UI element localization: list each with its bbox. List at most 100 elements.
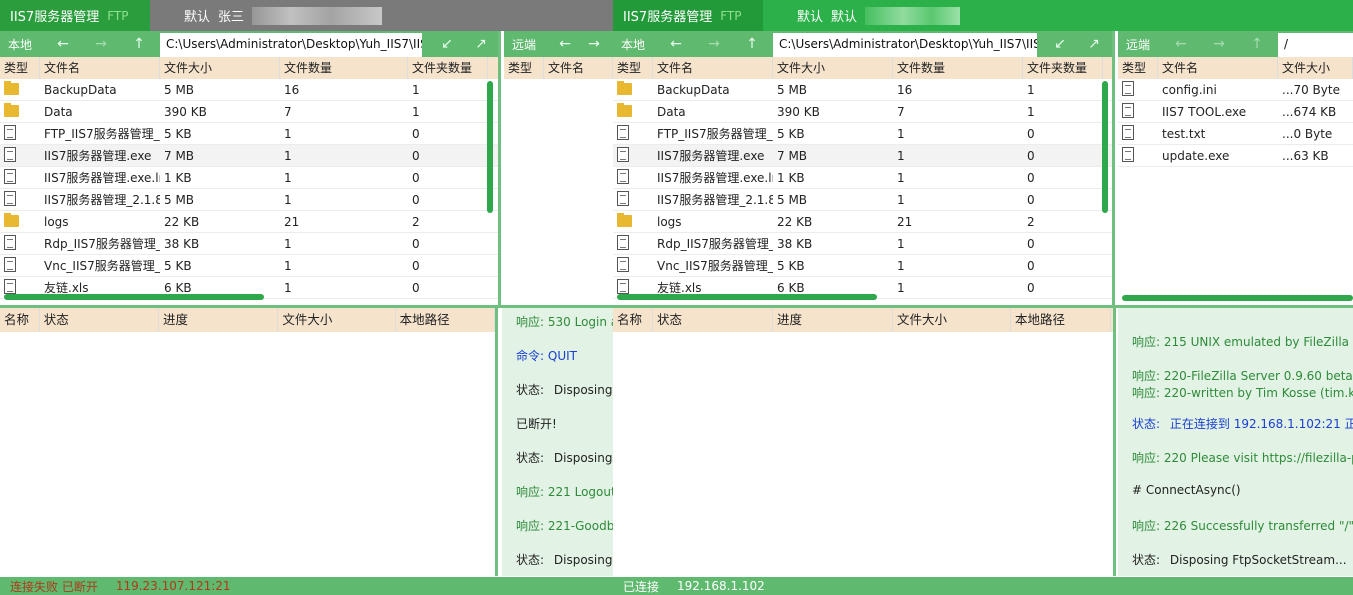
expand-icon[interactable]: ↗ (462, 36, 500, 52)
file-icon (4, 256, 16, 272)
table-row[interactable]: test.txt ...0 Byte (1118, 123, 1353, 145)
up-arrow-icon[interactable]: ↑ (120, 36, 158, 52)
folder-icon (4, 103, 19, 117)
table-row[interactable]: BackupData 5 MB 16 1 (613, 79, 1112, 101)
log-line: 命令: QUIT (516, 347, 577, 364)
table-row[interactable]: config.ini ...70 Byte (1118, 79, 1353, 101)
user-info[interactable]: 默认 张三 (184, 6, 390, 25)
col-name[interactable]: 文件名 (1158, 57, 1278, 79)
collapse-icon[interactable]: ↙ (1041, 36, 1079, 52)
col-queue-name[interactable]: 名称 (613, 308, 653, 332)
log-prefix: 状态: (516, 451, 545, 465)
table-row[interactable]: update.exe ...63 KB (1118, 145, 1353, 167)
cell-size: 5 KB (777, 126, 805, 141)
col-queue-name[interactable]: 名称 (0, 308, 40, 332)
back-arrow-icon[interactable]: ← (548, 36, 582, 52)
log-line: 响应: 221 Logout. (516, 483, 613, 500)
vertical-scrollbar[interactable] (1102, 81, 1108, 213)
table-row[interactable]: Rdp_IIS7服务器管理_ 38 KB 1 0 (613, 233, 1112, 255)
table-row[interactable]: Data 390 KB 7 1 (0, 101, 498, 123)
col-name[interactable]: 文件名 (40, 57, 160, 79)
col-size[interactable]: 文件大小 (1278, 57, 1353, 79)
back-arrow-icon[interactable]: ← (657, 36, 695, 52)
col-folders[interactable]: 文件夹数量 (1023, 57, 1103, 79)
cell-folders: 1 (1027, 82, 1035, 97)
table-row[interactable]: logs 22 KB 21 2 (613, 211, 1112, 233)
col-count[interactable]: 文件数量 (280, 57, 408, 79)
table-row[interactable]: BackupData 5 MB 16 1 (0, 79, 498, 101)
remote-path-input[interactable]: / (1278, 33, 1353, 57)
cell-folders: 0 (412, 126, 420, 141)
col-type[interactable]: 类型 (504, 57, 544, 79)
col-type[interactable]: 类型 (613, 57, 653, 79)
col-queue-path[interactable]: 本地路径 (1011, 308, 1111, 332)
table-row[interactable]: Data 390 KB 7 1 (613, 101, 1112, 123)
table-row[interactable]: IIS7服务器管理_2.1.8 5 MB 1 0 (0, 189, 498, 211)
local-path-input[interactable]: C:\Users\Administrator\Desktop\Yuh_IIS7\… (773, 33, 1037, 57)
table-row[interactable]: logs 22 KB 21 2 (0, 211, 498, 233)
table-row[interactable]: FTP_IIS7服务器管理_ 5 KB 1 0 (0, 123, 498, 145)
col-name[interactable]: 文件名 (653, 57, 773, 79)
log-prefix: 响应: (1132, 386, 1161, 400)
log-prefix: 响应: (1132, 335, 1161, 349)
user-info[interactable]: 默认 默认 (797, 6, 968, 25)
col-queue-status[interactable]: 状态 (40, 308, 160, 332)
col-queue-progress[interactable]: 进度 (159, 308, 279, 332)
table-row[interactable]: Rdp_IIS7服务器管理_ 38 KB 1 0 (0, 233, 498, 255)
col-type[interactable]: 类型 (1118, 57, 1158, 79)
local-label: 本地 (621, 37, 646, 52)
cell-type (0, 124, 40, 143)
forward-arrow-icon[interactable]: → (82, 36, 120, 52)
local-pane: 本地 ← → ↑ C:\Users\Administrator\Desktop\… (613, 31, 1115, 305)
horizontal-scrollbar[interactable] (4, 294, 264, 300)
file-icon (1122, 80, 1134, 96)
table-row[interactable]: IIS7服务器管理.exe.lr 1 KB 1 0 (613, 167, 1112, 189)
table-row[interactable]: IIS7 TOOL.exe ...674 KB (1118, 101, 1353, 123)
cell-name: IIS7 TOOL.exe (1162, 104, 1247, 119)
col-type[interactable]: 类型 (0, 57, 40, 79)
local-path-input[interactable]: C:\Users\Administrator\Desktop\Yuh_IIS7\… (160, 33, 422, 57)
table-row[interactable]: Vnc_IIS7服务器管理_ 5 KB 1 0 (613, 255, 1112, 277)
horizontal-scrollbar[interactable] (617, 294, 877, 300)
local-table-header: 类型 文件名 文件大小 文件数量 文件夹数量 (0, 57, 498, 79)
cell-count: 21 (284, 214, 300, 229)
log-text: 220-written by Tim Kosse (tim.kos (1163, 386, 1353, 400)
table-row[interactable]: Vnc_IIS7服务器管理_ 5 KB 1 0 (0, 255, 498, 277)
table-row[interactable]: IIS7服务器管理.exe.lr 1 KB 1 0 (0, 167, 498, 189)
app-logo: IIS7服务器管理 FTP (613, 0, 763, 31)
col-size[interactable]: 文件大小 (160, 57, 280, 79)
back-arrow-icon[interactable]: ← (1162, 36, 1200, 52)
forward-arrow-icon[interactable]: → (582, 36, 606, 52)
file-icon (617, 256, 629, 272)
col-folders[interactable]: 文件夹数量 (408, 57, 488, 79)
table-row[interactable]: IIS7服务器管理_2.1.8 5 MB 1 0 (613, 189, 1112, 211)
remote-label: 远端 (1126, 37, 1151, 52)
up-arrow-icon[interactable]: ↑ (1238, 36, 1276, 52)
forward-arrow-icon[interactable]: → (1200, 36, 1238, 52)
table-row[interactable]: IIS7服务器管理.exe 7 MB 1 0 (0, 145, 498, 167)
vertical-scrollbar[interactable] (487, 81, 493, 213)
col-queue-path[interactable]: 本地路径 (396, 308, 495, 332)
remote-pane: 远端 ← → 类型 文件名 (504, 31, 613, 305)
col-queue-size[interactable]: 文件大小 (278, 308, 396, 332)
up-arrow-icon[interactable]: ↑ (733, 36, 771, 52)
forward-arrow-icon[interactable]: → (695, 36, 733, 52)
collapse-icon[interactable]: ↙ (428, 36, 466, 52)
cell-type (1118, 124, 1158, 143)
col-queue-status[interactable]: 状态 (653, 308, 773, 332)
table-row[interactable]: IIS7服务器管理.exe 7 MB 1 0 (613, 145, 1112, 167)
expand-icon[interactable]: ↗ (1075, 36, 1113, 52)
cell-name: Vnc_IIS7服务器管理_ (44, 259, 160, 273)
cell-size: ...63 KB (1282, 148, 1329, 163)
col-name[interactable]: 文件名 (544, 57, 613, 79)
back-arrow-icon[interactable]: ← (44, 36, 82, 52)
table-row[interactable]: FTP_IIS7服务器管理_ 5 KB 1 0 (613, 123, 1112, 145)
col-queue-size[interactable]: 文件大小 (893, 308, 1011, 332)
horizontal-scrollbar[interactable] (1122, 295, 1353, 301)
log-text: Disposing FtpSocketStream... (1169, 553, 1347, 567)
col-count[interactable]: 文件数量 (893, 57, 1023, 79)
log-text: 220-FileZilla Server 0.9.60 beta (1163, 369, 1353, 383)
col-size[interactable]: 文件大小 (773, 57, 893, 79)
col-queue-progress[interactable]: 进度 (773, 308, 893, 332)
cell-folders: 0 (1027, 126, 1035, 141)
